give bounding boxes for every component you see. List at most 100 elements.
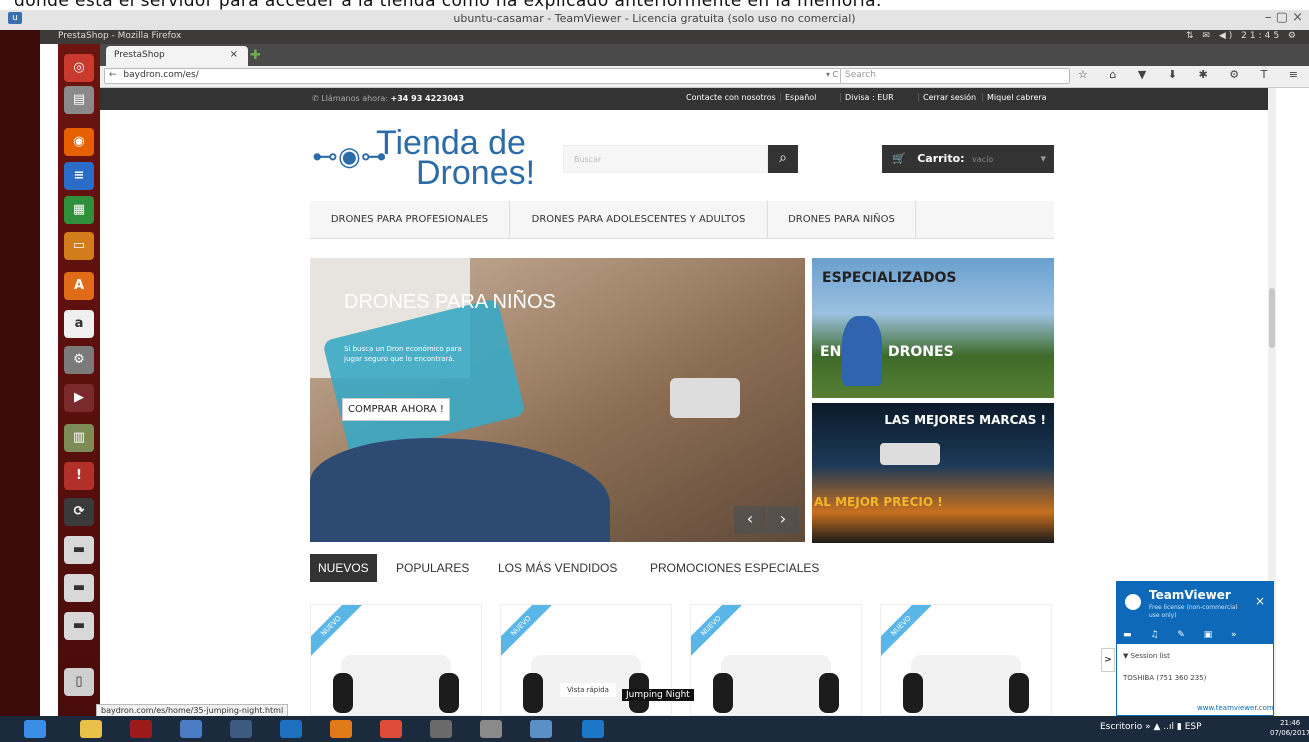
app-icon[interactable] (480, 720, 502, 738)
app-icon[interactable] (230, 720, 252, 738)
logout-link[interactable]: Cerrar sesión (918, 93, 980, 102)
main-menu: DRONES PARA PROFESIONALES DRONES PARA AD… (310, 201, 1054, 239)
app-icon[interactable] (130, 720, 152, 738)
menu-item-profesionales[interactable]: DRONES PARA PROFESIONALES (310, 201, 510, 239)
settings-icon[interactable]: ⚙ (64, 346, 94, 374)
drive-3-icon[interactable]: ▬ (64, 612, 94, 640)
menu-item-adolescentes[interactable]: DRONES PARA ADOLESCENTES Y ADULTOS (510, 201, 768, 239)
product-image[interactable] (713, 655, 839, 715)
clock-time: 21:46 (1280, 719, 1301, 727)
phone-number: +34 93 4223043 (390, 94, 465, 103)
back-icon[interactable]: ← (109, 70, 117, 80)
browser-search-input[interactable]: Search (840, 68, 1070, 84)
window-controls[interactable]: – ▢ × (1265, 10, 1303, 25)
tray-icons[interactable]: » ▲ ..ıl ▮ ESP (1145, 722, 1201, 732)
banner-especializados[interactable]: ESPECIALIZADOS EN DRONES (812, 258, 1054, 398)
cart-label: Carrito: (917, 152, 965, 165)
buy-now-button[interactable]: COMPRAR AHORA ! (342, 398, 450, 421)
product-card[interactable]: NUEVO (690, 604, 862, 716)
youtube-icon[interactable]: ▶ (64, 384, 94, 412)
browser-tab-strip (100, 44, 1309, 66)
banner1-top-text: ESPECIALIZADOS (822, 270, 957, 286)
menu-item-ninos[interactable]: DRONES PARA NIÑOS (768, 201, 916, 239)
firefox-icon[interactable]: ◉ (64, 128, 94, 156)
calc-icon[interactable]: ▦ (64, 196, 94, 224)
teamviewer-task-icon[interactable] (582, 720, 604, 738)
trash-icon[interactable]: ▯ (64, 668, 94, 696)
update-icon[interactable]: ⟳ (64, 498, 94, 526)
account-link[interactable]: Miquel cabrera (982, 93, 1051, 102)
contact-link[interactable]: Contacte con nosotros (682, 93, 780, 102)
left-dark-margin (0, 30, 40, 716)
search-icon[interactable]: ⌕ (768, 145, 798, 173)
tab-nuevos[interactable]: NUEVOS (310, 554, 377, 582)
cart-value: vacío (972, 155, 994, 164)
browser-tab[interactable]: PrestaShop × (106, 46, 248, 66)
system-tray[interactable]: Escritorio » ▲ ..ıl ▮ ESP (1100, 722, 1202, 732)
ubuntu-top-panel: PrestaShop - Mozilla Firefox ⇅ ✉ ◀) 21:4… (40, 30, 1309, 44)
amazon-icon[interactable]: a (64, 310, 94, 338)
banner1-right-text: DRONES (888, 344, 954, 360)
banner-mejores-marcas[interactable]: LAS MEJORES MARCAS ! AL MEJOR PRECIO ! (812, 403, 1054, 543)
cart-button[interactable]: 🛒 Carrito: vacío ▾ (882, 145, 1054, 173)
app-icon[interactable] (180, 720, 202, 738)
files-icon[interactable]: ▤ (64, 86, 94, 114)
slider-drone-shape (670, 378, 740, 418)
chevron-down-icon: ▾ (1040, 152, 1046, 165)
home-slider[interactable]: DRONES PARA NIÑOS Si busca un Dron econó… (310, 258, 805, 542)
scrollbar-thumb[interactable] (1269, 288, 1275, 348)
teamviewer-window-title: ubuntu-casamar - TeamViewer - Licencia g… (453, 12, 856, 25)
product-card[interactable]: NUEVO (310, 604, 482, 716)
mail-icon[interactable] (280, 720, 302, 738)
taskbar-clock[interactable]: 21:46 07/06/2017 (1270, 718, 1309, 738)
explorer-icon[interactable] (80, 720, 102, 738)
system-indicators[interactable]: ⇅ ✉ ◀) 21:45 ⚙ (1186, 31, 1299, 41)
new-badge: NUEVO (311, 605, 365, 660)
site-search-input[interactable]: Buscar (563, 145, 768, 173)
product-image[interactable] (333, 655, 459, 715)
chrome-icon[interactable] (380, 720, 402, 738)
ubuntu-dash-icon[interactable]: ◎ (64, 54, 94, 82)
browser-toolbar-icons[interactable]: ☆ ⌂ ▼ ⬇ ✱ ⚙ T ≡ (1078, 68, 1307, 81)
site-logo[interactable]: ⊷◉⊶ Tienda de Drones! (310, 124, 540, 192)
bulb-icon[interactable]: ! (64, 462, 94, 490)
teamviewer-panel-header: TeamViewer Free license (non-commercial … (1117, 582, 1273, 644)
windows-start-icon[interactable] (24, 720, 46, 738)
language-select[interactable]: Español (780, 93, 820, 102)
writer-icon[interactable]: ≡ (64, 162, 94, 190)
reload-icon[interactable]: ▾ C (826, 70, 838, 79)
banner2-bottom-text: AL MEJOR PRECIO ! (814, 495, 943, 509)
panel-collapse-icon[interactable]: > (1101, 648, 1115, 672)
url-bar[interactable]: ← baydron.com/es/ (104, 68, 842, 84)
teamviewer-name: TeamViewer (1149, 588, 1231, 602)
currency-select[interactable]: Divisa : EUR (840, 93, 898, 102)
app-icon[interactable] (330, 720, 352, 738)
software-center-icon[interactable]: A (64, 272, 94, 300)
tab-promociones[interactable]: PROMOCIONES ESPECIALES (650, 554, 819, 582)
teamviewer-action-icons[interactable]: ▬ ♫ ✎ ▣ » (1123, 630, 1245, 640)
tab-populares[interactable]: POPULARES (396, 554, 469, 582)
session-list-label[interactable]: ▼ Session list (1123, 652, 1170, 660)
impress-icon[interactable]: ▭ (64, 232, 94, 260)
app-icon[interactable] (430, 720, 452, 738)
new-tab-icon[interactable]: ✚ (250, 48, 261, 63)
product-image[interactable] (903, 655, 1029, 715)
new-badge: NUEVO (501, 605, 555, 660)
tab-close-icon[interactable]: × (230, 49, 238, 60)
clock-date: 07/06/2017 (1270, 729, 1309, 737)
session-item[interactable]: TOSHIBA (751 360 235) (1123, 674, 1206, 682)
product-card[interactable]: NUEVO (880, 604, 1052, 716)
teamviewer-footer-link[interactable]: www.teamviewer.com (1197, 704, 1274, 712)
slider-prev-icon[interactable]: ‹ (734, 506, 766, 534)
close-icon[interactable]: × (1255, 594, 1265, 608)
quick-view-button[interactable]: Vista rápida (560, 683, 616, 697)
folder-icon[interactable]: ▥ (64, 424, 94, 452)
tab-mas-vendidos[interactable]: LOS MÁS VENDIDOS (498, 554, 617, 582)
slider-next-icon[interactable]: › (767, 506, 799, 534)
site-top-bar: ✆ Llámanos ahora: +34 93 4223043 Contact… (100, 88, 1270, 110)
phone-info: ✆ Llámanos ahora: +34 93 4223043 (312, 94, 464, 103)
drive-1-icon[interactable]: ▬ (64, 536, 94, 564)
teamviewer-window-titlebar: u ubuntu-casamar - TeamViewer - Licencia… (0, 10, 1309, 30)
app-icon[interactable] (530, 720, 552, 738)
drive-2-icon[interactable]: ▬ (64, 574, 94, 602)
